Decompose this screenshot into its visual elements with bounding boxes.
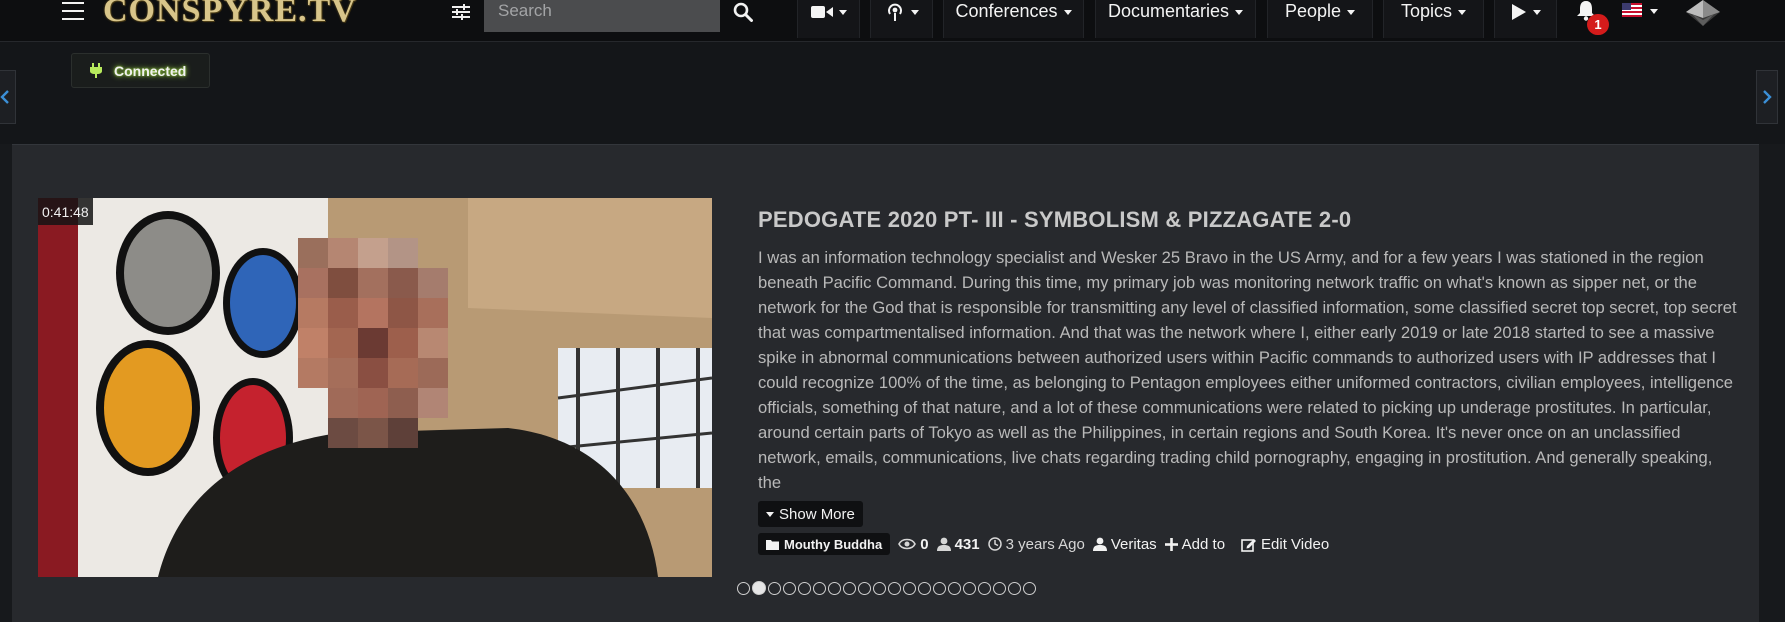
hamburger-icon[interactable]	[62, 2, 84, 20]
carousel-dot[interactable]	[1008, 581, 1021, 595]
nav-menu-label: Topics	[1400, 1, 1453, 21]
video-camera-icon	[810, 6, 833, 18]
carousel-dot[interactable]	[752, 581, 766, 595]
nav-menu-conferences[interactable]: Conferences	[943, 0, 1084, 38]
author-link[interactable]: Veritas	[1092, 535, 1157, 553]
edit-video-label: Edit Video	[1261, 535, 1330, 553]
plus-icon	[1164, 537, 1178, 551]
search-icon	[733, 2, 753, 22]
ethereum-icon	[1686, 0, 1720, 26]
language-selector[interactable]	[1622, 0, 1662, 26]
add-to-label: Add to	[1181, 535, 1226, 553]
podcast-icon	[887, 3, 902, 21]
video-meta-row: Mouthy Buddha 0 431 3 years Ago Veritas …	[758, 530, 1337, 558]
thumbnail-image	[38, 198, 712, 577]
video-title[interactable]: PEDOGATE 2020 PT- III - SYMBOLISM & PIZZ…	[758, 207, 1748, 233]
status-strip	[0, 42, 1785, 144]
view-count-value: 0	[920, 535, 929, 553]
view-count: 0	[898, 535, 929, 553]
carousel-dot[interactable]	[768, 581, 781, 595]
carousel-pagination	[737, 580, 1038, 596]
carousel-prev-button[interactable]	[0, 70, 16, 124]
carousel-dot[interactable]	[918, 581, 931, 595]
carousel-dot[interactable]	[858, 581, 871, 595]
carousel-dot[interactable]	[737, 581, 750, 595]
show-more-button[interactable]: Show More	[758, 501, 863, 527]
eye-icon	[898, 538, 917, 550]
carousel-dot[interactable]	[978, 581, 991, 595]
video-duration: 0:41:48	[38, 198, 93, 225]
chevron-left-icon	[0, 90, 9, 104]
crypto-button[interactable]	[1686, 0, 1720, 26]
carousel-dot[interactable]	[1023, 581, 1036, 595]
nav-menu-label: Conferences	[955, 1, 1058, 21]
upload-age: 3 years Ago	[987, 535, 1085, 553]
plug-icon	[90, 63, 102, 78]
carousel-dot[interactable]	[963, 581, 976, 595]
sliders-icon	[452, 4, 470, 20]
nav-menu-documentaries[interactable]: Documentaries	[1095, 0, 1256, 38]
subscriber-count-value: 431	[954, 535, 980, 553]
nav-menu-label: Documentaries	[1107, 1, 1230, 21]
nav-menu-label: People	[1284, 1, 1342, 21]
search-button[interactable]	[728, 0, 758, 24]
add-to-button[interactable]: Add to	[1164, 535, 1226, 553]
edit-icon	[1241, 538, 1257, 552]
carousel-dot[interactable]	[873, 581, 886, 595]
filter-button[interactable]	[448, 0, 474, 24]
author-name: Veritas	[1110, 535, 1157, 553]
carousel-dot[interactable]	[903, 581, 916, 595]
notifications-button[interactable]: 1	[1565, 0, 1609, 38]
nav-menu-topics[interactable]: Topics	[1383, 0, 1484, 38]
carousel-dot[interactable]	[993, 581, 1006, 595]
show-more-label: Show More	[779, 505, 855, 523]
video-thumbnail[interactable]: 0:41:48	[38, 198, 712, 577]
carousel-dot[interactable]	[813, 581, 826, 595]
upload-age-value: 3 years Ago	[1005, 535, 1085, 553]
search-input[interactable]	[484, 0, 720, 32]
connection-label: Connected	[114, 62, 187, 79]
caret-down-icon	[766, 511, 774, 517]
carousel-dot[interactable]	[843, 581, 856, 595]
carousel-next-button[interactable]	[1756, 70, 1778, 124]
folder-icon	[766, 539, 779, 550]
carousel-dot[interactable]	[798, 581, 811, 595]
carousel-dot[interactable]	[828, 581, 841, 595]
notification-badge: 1	[1587, 14, 1609, 35]
channel-tag[interactable]: Mouthy Buddha	[758, 533, 891, 555]
user-icon	[1092, 537, 1107, 551]
carousel-dot[interactable]	[888, 581, 901, 595]
channel-name: Mouthy Buddha	[784, 536, 883, 552]
nav-menu-people[interactable]: People	[1267, 0, 1373, 38]
video-menu[interactable]	[797, 0, 860, 38]
carousel-dot[interactable]	[783, 581, 796, 595]
carousel-dot[interactable]	[933, 581, 946, 595]
connection-status: Connected	[71, 53, 210, 88]
clock-icon	[987, 537, 1002, 551]
site-logo[interactable]: CONSPYRE.TV	[103, 0, 357, 30]
top-navbar: CONSPYRE.TV Conferences Documentaries	[0, 0, 1785, 42]
play-icon	[1511, 4, 1526, 20]
video-description: I was an information technology speciali…	[758, 248, 1737, 492]
subscriber-count: 431	[936, 535, 980, 553]
broadcast-menu[interactable]	[870, 0, 933, 38]
play-menu[interactable]	[1494, 0, 1557, 38]
chevron-right-icon	[1763, 90, 1772, 104]
user-icon	[936, 537, 951, 551]
edit-video-button[interactable]: Edit Video	[1241, 536, 1329, 553]
us-flag-icon	[1622, 3, 1642, 17]
carousel-dot[interactable]	[948, 581, 961, 595]
